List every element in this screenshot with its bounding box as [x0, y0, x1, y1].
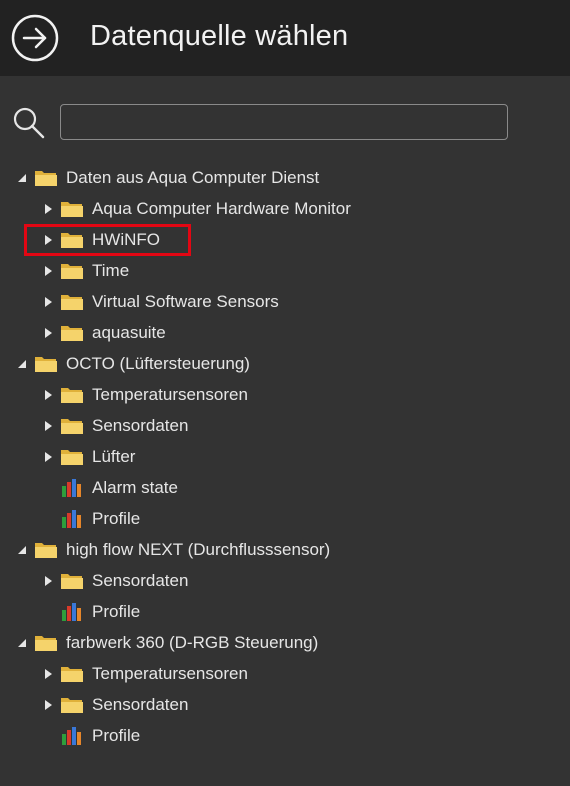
- tree-node-label: Aqua Computer Hardware Monitor: [92, 199, 351, 218]
- folder-icon: [34, 354, 58, 374]
- folder-icon: [34, 540, 58, 560]
- highlight-box: [24, 224, 191, 256]
- tree-node-octo[interactable]: OCTO (Lüftersteuerung): [10, 348, 250, 379]
- folder-icon: [60, 323, 84, 343]
- tree-node-label: Time: [92, 261, 130, 280]
- expanded-triangle-icon[interactable]: [10, 348, 34, 379]
- tree-node-virtual-sensors[interactable]: Virtual Software Sensors: [36, 286, 279, 317]
- bar-chart-icon: [60, 726, 84, 746]
- tree-node-octo-fan[interactable]: Lüfter: [36, 441, 135, 472]
- tree-node-label: Lüfter: [92, 447, 136, 466]
- tree-node-farbwerk-profile[interactable]: Profile: [36, 720, 140, 751]
- expanded-triangle-icon[interactable]: [10, 534, 34, 565]
- collapsed-triangle-icon[interactable]: [36, 317, 60, 348]
- tree-node-label: aquasuite: [92, 323, 166, 342]
- search-input[interactable]: [60, 104, 508, 140]
- tree-node-highflow-sensor[interactable]: Sensordaten: [36, 565, 188, 596]
- folder-icon: [34, 633, 58, 653]
- tree-node-label: OCTO (Lüftersteuerung): [66, 354, 250, 373]
- tree-node-aquasuite[interactable]: aquasuite: [36, 317, 166, 348]
- tree-node-highflow-profile[interactable]: Profile: [36, 596, 140, 627]
- tree-node-label: Virtual Software Sensors: [92, 292, 279, 311]
- tree-node-label: Daten aus Aqua Computer Dienst: [66, 168, 320, 187]
- folder-icon: [60, 447, 84, 467]
- expanded-triangle-icon[interactable]: [10, 162, 34, 193]
- tree-node-label: Temperatursensoren: [92, 664, 248, 683]
- header-bar: Datenquelle wählen: [0, 0, 570, 76]
- tree-node-hwmonitor[interactable]: Aqua Computer Hardware Monitor: [36, 193, 351, 224]
- collapsed-triangle-icon[interactable]: [36, 565, 60, 596]
- tree-node-octo-sensor[interactable]: Sensordaten: [36, 410, 188, 441]
- tree-node-label: farbwerk 360 (D-RGB Steuerung): [66, 633, 319, 652]
- tree-node-octo-alarm[interactable]: Alarm state: [36, 472, 178, 503]
- tree-node-octo-profile[interactable]: Profile: [36, 503, 140, 534]
- page-title: Datenquelle wählen: [90, 20, 349, 52]
- tree-node-label: Sensordaten: [92, 695, 189, 714]
- folder-icon: [60, 695, 84, 715]
- collapsed-triangle-icon[interactable]: [36, 658, 60, 689]
- tree-node-label: high flow NEXT (Durchflusssensor): [66, 540, 331, 559]
- tree-node-highflow[interactable]: high flow NEXT (Durchflusssensor): [10, 534, 330, 565]
- expanded-triangle-icon[interactable]: [10, 627, 34, 658]
- folder-icon: [60, 571, 84, 591]
- folder-icon: [60, 199, 84, 219]
- tree-node-farbwerk-sensor[interactable]: Sensordaten: [36, 689, 188, 720]
- tree-node-farbwerk[interactable]: farbwerk 360 (D-RGB Steuerung): [10, 627, 318, 658]
- collapsed-triangle-icon[interactable]: [36, 193, 60, 224]
- tree-node-farbwerk-temp[interactable]: Temperatursensoren: [36, 658, 248, 689]
- tree-node-label: Temperatursensoren: [92, 385, 248, 404]
- tree-node-label: Sensordaten: [92, 571, 189, 590]
- tree-node-octo-temp[interactable]: Temperatursensoren: [36, 379, 248, 410]
- tree-node-time[interactable]: Time: [36, 255, 129, 286]
- bar-chart-icon: [60, 478, 84, 498]
- collapsed-triangle-icon[interactable]: [36, 286, 60, 317]
- tree-node-label: Sensordaten: [92, 416, 189, 435]
- tree-node-label: Profile: [92, 509, 141, 528]
- bar-chart-icon: [60, 509, 84, 529]
- collapsed-triangle-icon[interactable]: [36, 441, 60, 472]
- collapsed-triangle-icon[interactable]: [36, 410, 60, 441]
- folder-icon: [60, 416, 84, 436]
- folder-icon: [60, 664, 84, 684]
- forward-arrow-icon[interactable]: [11, 14, 59, 62]
- bar-chart-icon: [60, 602, 84, 622]
- collapsed-triangle-icon[interactable]: [36, 379, 60, 410]
- folder-icon: [34, 168, 58, 188]
- folder-icon: [60, 261, 84, 281]
- collapsed-triangle-icon[interactable]: [36, 255, 60, 286]
- tree-node-label: Profile: [92, 726, 141, 745]
- folder-icon: [60, 385, 84, 405]
- search-icon: [13, 107, 45, 139]
- collapsed-triangle-icon[interactable]: [36, 689, 60, 720]
- tree-node-label: Profile: [92, 602, 141, 621]
- tree-node-dienst[interactable]: Daten aus Aqua Computer Dienst: [10, 162, 319, 193]
- tree-node-label: Alarm state: [92, 478, 178, 497]
- folder-icon: [60, 292, 84, 312]
